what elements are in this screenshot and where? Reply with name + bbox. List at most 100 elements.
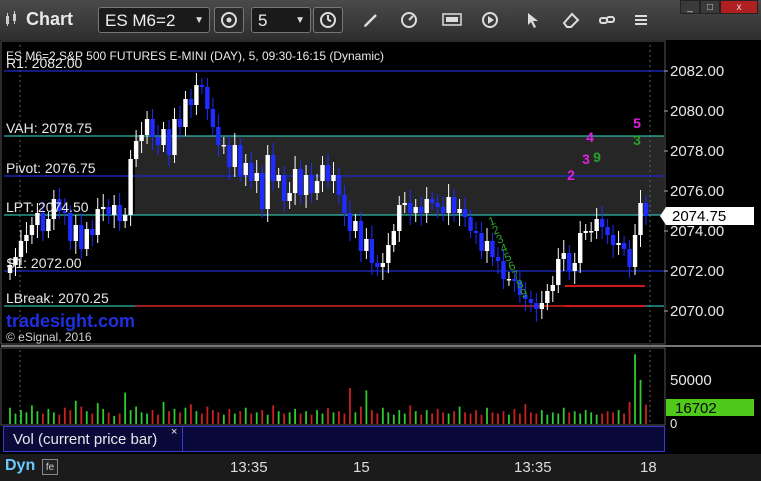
candle-body xyxy=(144,119,150,135)
candle-body xyxy=(303,175,309,195)
candle-body xyxy=(106,207,111,215)
candle-body xyxy=(490,241,495,257)
candle-body xyxy=(84,229,89,249)
workspace-settings-icon[interactable]: fe xyxy=(42,459,58,475)
candle-body xyxy=(260,173,265,209)
candle-body xyxy=(150,119,155,137)
candle-body xyxy=(435,203,440,207)
candle-body xyxy=(534,303,539,309)
candle-body xyxy=(90,229,95,235)
title-bar: Chart ES M6=2 ▼ 5 ▼ _ □ x xyxy=(0,0,761,41)
candle-body xyxy=(451,197,457,213)
candle-body xyxy=(270,155,276,181)
interval-settings-button[interactable] xyxy=(214,7,244,33)
candle-body xyxy=(561,253,566,259)
y-tick-label: 2082.00 xyxy=(670,63,724,80)
candle-body xyxy=(199,85,205,87)
close-button[interactable]: x xyxy=(720,0,758,14)
candle-body xyxy=(462,209,468,217)
candle-body xyxy=(610,235,616,245)
candle-body xyxy=(232,145,237,167)
cursor-icon[interactable] xyxy=(524,11,542,29)
count-marker: 5 xyxy=(633,115,641,131)
candle-body xyxy=(446,197,451,213)
volume-tick-label: 0 xyxy=(670,416,677,431)
volume-panel-tab[interactable]: Vol (current price bar) xyxy=(3,426,183,452)
candle-body xyxy=(479,233,484,251)
app-title: Chart xyxy=(26,9,74,29)
chart-app-icon xyxy=(6,11,16,26)
candle-body xyxy=(79,225,84,249)
candle-body xyxy=(413,207,418,213)
candle-body xyxy=(501,261,506,279)
count-marker: 4 xyxy=(586,129,594,145)
candle-body xyxy=(583,231,588,233)
link-icon[interactable] xyxy=(598,11,616,29)
menu-icon[interactable] xyxy=(632,11,650,29)
eraser-icon[interactable] xyxy=(562,11,580,29)
speedometer-icon[interactable] xyxy=(400,11,418,29)
candle-body xyxy=(249,163,254,181)
candle-body xyxy=(457,209,462,213)
candle-body xyxy=(281,175,287,201)
candle-body xyxy=(183,99,188,127)
candle-body xyxy=(578,233,583,263)
candle-body xyxy=(572,263,577,271)
candle-body xyxy=(227,145,232,167)
candle-body xyxy=(325,165,331,181)
candle-body xyxy=(111,205,117,215)
candle-body xyxy=(588,231,594,233)
workspace-label[interactable]: Dyn xyxy=(5,457,35,475)
candle-body xyxy=(594,219,599,231)
candle-body xyxy=(40,213,46,231)
volume-panel-close-icon[interactable]: × xyxy=(171,426,177,438)
candle-body xyxy=(221,145,227,147)
interval-selector[interactable]: 5 ▼ xyxy=(251,7,311,33)
candle-body xyxy=(287,193,292,201)
symbol-value: ES M6=2 xyxy=(105,11,176,30)
minimize-button[interactable]: _ xyxy=(680,0,700,14)
play-icon[interactable] xyxy=(481,11,499,29)
candle-body xyxy=(309,175,314,193)
candle-body xyxy=(468,217,473,231)
candle-body xyxy=(117,205,122,221)
candle-body xyxy=(638,203,643,235)
candle-body xyxy=(358,221,364,251)
candle-body xyxy=(298,169,303,195)
candle-body xyxy=(29,225,35,235)
count-marker: 2 xyxy=(567,167,575,183)
candle-body xyxy=(429,199,435,203)
candle-body xyxy=(495,257,501,261)
candle-body xyxy=(238,145,243,175)
candle-body xyxy=(177,119,183,127)
count-marker: 9 xyxy=(593,149,601,165)
candle-body xyxy=(46,219,51,231)
copyright-text: © eSignal, 2016 xyxy=(6,330,92,344)
candle-body xyxy=(347,213,353,231)
candle-body xyxy=(506,279,512,281)
candle-body xyxy=(73,225,78,241)
pencil-icon[interactable] xyxy=(362,11,380,29)
candle-body xyxy=(567,253,572,271)
candle-body xyxy=(342,195,347,213)
candle-body xyxy=(353,221,358,231)
count-marker: 3 xyxy=(582,151,590,167)
candle-body xyxy=(473,231,479,233)
symbol-selector[interactable]: ES M6=2 ▼ xyxy=(98,7,210,33)
candle-body xyxy=(627,249,632,267)
y-tick-label: 2072.00 xyxy=(670,263,724,280)
time-template-button[interactable] xyxy=(313,7,343,33)
candle-body xyxy=(68,213,73,241)
price-chart[interactable]: 123456789 23 9453 2082.002080.002078.0020… xyxy=(0,40,761,454)
y-tick-label: 2076.00 xyxy=(670,183,724,200)
candle-body xyxy=(419,207,424,213)
candle-body xyxy=(292,169,298,193)
candle-body xyxy=(364,239,369,251)
restore-button[interactable]: □ xyxy=(700,0,720,14)
candle-body xyxy=(386,245,391,263)
order-ticket-icon[interactable] xyxy=(442,11,462,29)
candle-body xyxy=(133,141,139,159)
chart-title: ES M6=2 S&P 500 FUTURES E-MINI (DAY), 5,… xyxy=(6,49,384,63)
watermark-text: tradesight.com xyxy=(6,311,135,331)
candle-body xyxy=(621,243,627,249)
